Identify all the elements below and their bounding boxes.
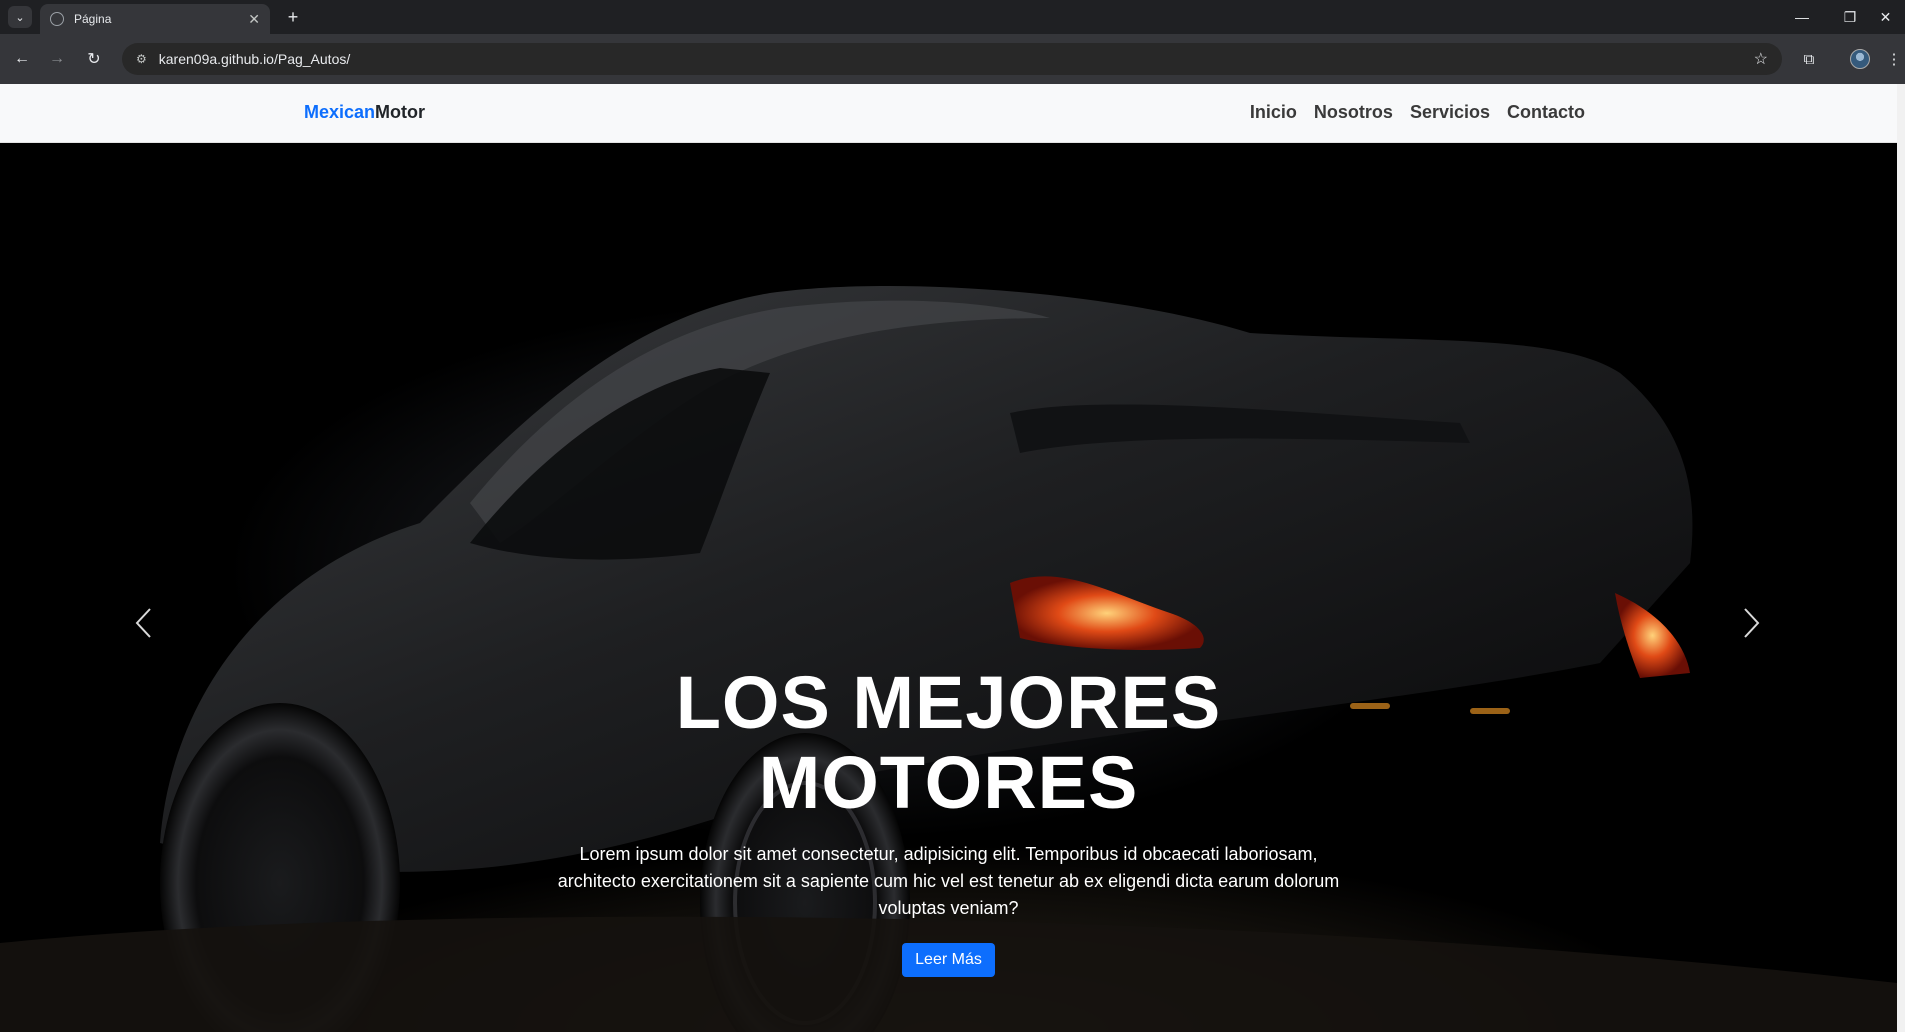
- browser-tab[interactable]: Página ✕: [40, 4, 270, 34]
- star-icon[interactable]: ☆: [1754, 49, 1768, 69]
- tab-search-button[interactable]: ⌄: [8, 6, 32, 28]
- more-vert-icon: ⋮: [1886, 51, 1902, 68]
- new-tab-button[interactable]: +: [282, 6, 304, 28]
- minimize-button[interactable]: —: [1780, 0, 1824, 34]
- carousel-prev-button[interactable]: [123, 598, 163, 648]
- minimize-icon: —: [1795, 9, 1809, 25]
- chevron-down-icon: ⌄: [15, 11, 25, 24]
- address-bar[interactable]: ⚙ karen09a.github.io/Pag_Autos/ ☆: [122, 43, 1782, 75]
- brand-part-mexican: Mexican: [304, 102, 376, 122]
- chevron-right-icon: [1744, 608, 1760, 638]
- hero-caption: LOS MEJORES MOTORES Lorem ipsum dolor si…: [500, 663, 1397, 977]
- hero-title: LOS MEJORES MOTORES: [675, 661, 1222, 824]
- restore-icon: ❐: [1843, 8, 1857, 25]
- hero-carousel: LOS MEJORES MOTORES Lorem ipsum dolor si…: [0, 143, 1897, 1032]
- nav-link-contacto[interactable]: Contacto: [1507, 102, 1585, 123]
- site-brand[interactable]: MexicanMotor: [304, 102, 425, 123]
- carousel-next-button[interactable]: [1732, 598, 1772, 648]
- avatar[interactable]: [1850, 49, 1870, 69]
- back-button[interactable]: ←: [10, 47, 34, 71]
- close-window-button[interactable]: ✕: [1866, 0, 1905, 34]
- read-more-button[interactable]: Leer Más: [902, 943, 995, 977]
- globe-icon: [50, 12, 64, 26]
- url-text[interactable]: karen09a.github.io/Pag_Autos/: [159, 51, 350, 67]
- nav-link-servicios[interactable]: Servicios: [1410, 102, 1490, 123]
- arrow-left-icon: ←: [14, 50, 30, 67]
- site-settings-icon[interactable]: ⚙: [136, 52, 147, 66]
- hero-description: Lorem ipsum dolor sit amet consectetur, …: [557, 844, 1340, 918]
- puzzle-icon: ⧉: [1803, 50, 1815, 68]
- extensions-button[interactable]: ⧉: [1797, 47, 1821, 71]
- browser-menu-button[interactable]: ⋮: [1886, 47, 1902, 71]
- close-icon[interactable]: ✕: [248, 11, 260, 28]
- site-navbar: MexicanMotor Inicio Nosotros Servicios C…: [0, 84, 1897, 143]
- reload-button[interactable]: ↻: [82, 47, 106, 71]
- arrow-right-icon: →: [49, 50, 65, 67]
- nav-link-inicio[interactable]: Inicio: [1250, 102, 1297, 123]
- browser-tab-bar: ⌄ Página ✕ + — ❐ ✕: [0, 0, 1905, 34]
- close-icon: ✕: [1879, 8, 1892, 25]
- plus-icon: +: [287, 6, 299, 27]
- reload-icon: ↻: [87, 51, 101, 68]
- nav-links: Inicio Nosotros Servicios Contacto: [1250, 102, 1585, 123]
- forward-button[interactable]: →: [45, 47, 69, 71]
- chevron-left-icon: [135, 608, 151, 638]
- web-page: MexicanMotor Inicio Nosotros Servicios C…: [0, 84, 1905, 1032]
- brand-part-motor: Motor: [375, 102, 426, 122]
- nav-link-nosotros[interactable]: Nosotros: [1314, 102, 1393, 123]
- tab-title: Página: [74, 12, 112, 26]
- browser-toolbar: ← → ↻ ⚙ karen09a.github.io/Pag_Autos/ ☆ …: [0, 34, 1905, 84]
